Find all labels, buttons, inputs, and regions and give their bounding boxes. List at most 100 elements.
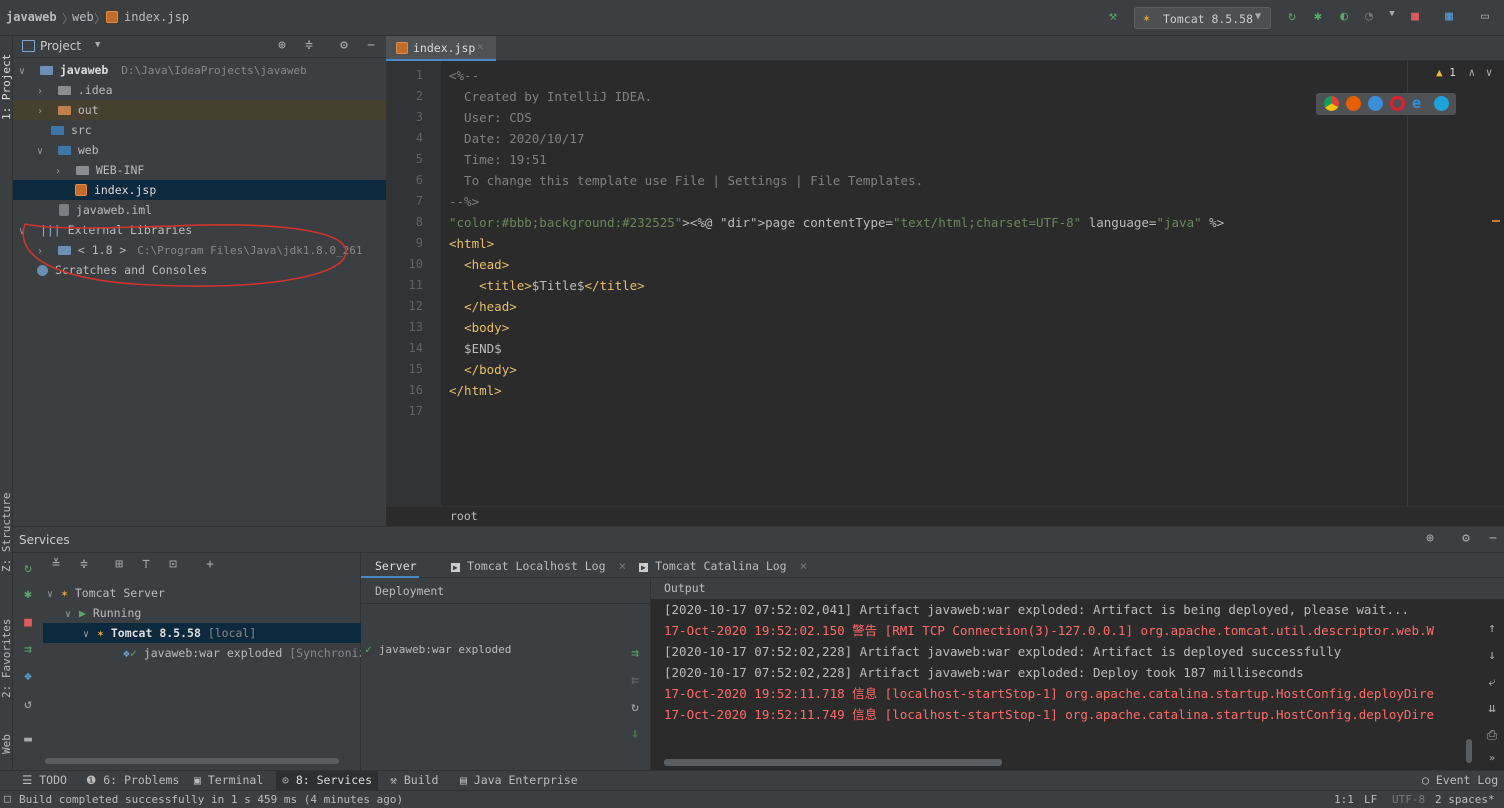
debug-icon[interactable]: ✱ [1309,9,1327,24]
safari-icon[interactable] [1368,96,1383,111]
collapse-all-icon[interactable]: ≑ [75,557,93,572]
soft-wrap-icon[interactable]: ⤶ [1483,675,1501,690]
deploy-all-icon[interactable]: ⇩ [626,727,644,742]
coverage-icon[interactable]: ◐ [1335,9,1353,24]
expand-all-icon[interactable]: ≚ [47,557,65,572]
build-hammer-icon[interactable]: ⚒ [1104,9,1122,24]
inspection-widget[interactable]: ▲ 1 ∧ ∨ [1436,66,1492,79]
arrow-down-icon[interactable]: ↓ [1483,648,1501,663]
locate-icon[interactable]: ⊕ [1421,531,1439,546]
favorites-tool-tab[interactable]: 2: Favorites [0,608,13,698]
refresh-icon[interactable]: ↺ [19,697,37,712]
tree-item-web[interactable]: ∨ web [37,140,99,160]
tree-item-out[interactable]: › out [13,100,386,120]
hide-icon[interactable]: − [362,38,380,53]
scroll-to-end-icon[interactable]: ⇊ [1483,701,1501,716]
locate-icon[interactable]: ⊕ [273,38,291,53]
tab-localhost-log[interactable]: ▶ Tomcat Localhost Log × [451,559,626,573]
chrome-icon[interactable] [1324,96,1339,111]
layout-icon[interactable]: ▬ [19,732,37,747]
close-icon[interactable]: × [619,559,626,573]
tool-tab-problems[interactable]: ❶ 6: Problems [86,773,179,787]
tree-item-index-jsp[interactable]: index.jsp [13,180,386,200]
group-icon[interactable]: ⊞ [110,557,128,572]
ie-icon[interactable]: e [1412,94,1421,112]
breadcrumb-file[interactable]: index.jsp [124,10,189,24]
tool-tab-services[interactable]: ⊙ 8: Services [276,771,379,790]
file-encoding[interactable]: UTF-8 [1392,793,1425,806]
undeploy-icon[interactable]: ⇇ [626,673,644,688]
filter-icon[interactable]: ⊤ [137,557,155,572]
collapse-all-icon[interactable]: ≑ [300,38,318,53]
deployment-item[interactable]: ✓ javaweb:war exploded [365,639,511,659]
services-tree-artifact[interactable]: ❖✓ javaweb:war exploded [Synchroniz [123,643,365,663]
gear-icon[interactable]: ⚙ [335,38,353,53]
rerun-icon[interactable]: ↻ [1283,9,1301,24]
chevron-down-icon[interactable]: ▼ [1383,9,1401,19]
close-icon[interactable]: × [477,40,484,53]
horizontal-scrollbar[interactable] [664,759,1002,766]
tab-catalina-log[interactable]: ▶ Tomcat Catalina Log × [639,559,807,573]
close-icon[interactable]: × [800,559,807,573]
tool-tab-event-log[interactable]: ◯ Event Log [1422,773,1498,787]
add-service-icon[interactable]: + [201,557,219,572]
tool-tab-label: Event Log [1435,773,1499,787]
stop-icon[interactable]: ■ [19,615,37,630]
code-area[interactable]: <%-- Created by IntelliJ IDEA. User: CDS… [441,61,1504,506]
presentation-icon[interactable]: ▭ [1476,9,1494,24]
horizontal-scrollbar[interactable] [45,758,339,764]
breadcrumb-project[interactable]: javaweb [6,10,57,24]
tree-item-javaweb[interactable]: ∨ javaweb D:\Java\IdeaProjects\javaweb [19,60,386,80]
breadcrumb-folder[interactable]: web [72,10,94,24]
print-icon[interactable]: ⎙ [1483,728,1501,743]
opera-icon[interactable] [1390,96,1405,111]
tree-item-idea[interactable]: › .idea [37,80,113,100]
tool-tab-todo[interactable]: ☰ TODO [22,773,67,787]
services-tree-pane: ≚ ≑ ⊞ ⊤ ⊡ + ∨ ✶ Tomcat Server ∨ ▶ Running … [13,553,365,771]
hide-icon[interactable]: − [1484,531,1502,546]
stop-icon[interactable]: ■ [1406,9,1424,24]
run-config-selector[interactable]: ✶ Tomcat 8.5.58 ▼ [1134,7,1271,29]
edge-icon[interactable] [1434,96,1449,111]
structure-tool-tab[interactable]: Z: Structure [0,492,13,572]
arrow-up-icon[interactable]: ↑ [1483,621,1501,636]
gear-icon[interactable]: ⚙ [1457,531,1475,546]
refresh-icon[interactable]: ↻ [626,700,644,715]
services-tree-tomcat-server[interactable]: ∨ ✶ Tomcat Server [47,583,165,603]
tool-tab-terminal[interactable]: ▣ Terminal [194,773,263,787]
new-tab-icon[interactable]: ⊡ [164,557,182,572]
vertical-scrollbar[interactable] [1466,739,1472,763]
line-separator[interactable]: LF [1364,793,1377,806]
caret-position[interactable]: 1:1 [1334,793,1354,806]
project-tool-tab[interactable]: 1: Project [0,40,13,120]
tree-item-label: Running [92,606,142,620]
status-message: Build completed successfully in 1 s 459 … [19,793,404,806]
indent-setting[interactable]: 2 spaces* [1435,793,1495,806]
services-tree-running[interactable]: ∨ ▶ Running [65,603,141,623]
project-structure-icon[interactable]: ▦ [1440,9,1458,24]
console-output[interactable]: [2020-10-17 07:52:02,041] Artifact javaw… [651,599,1479,771]
web-tool-tab[interactable]: Web [0,724,13,754]
chevron-down-icon[interactable]: ▼ [95,40,100,50]
tool-tab-build[interactable]: ⚒ Build [390,773,438,787]
output-header-row: Output [651,579,1504,599]
enterprise-icon: ▤ [460,773,474,787]
chevron-down-icon[interactable]: ∨ [1486,66,1493,79]
tree-item-src[interactable]: src [51,120,92,140]
more-icon[interactable]: » [1483,753,1501,764]
deploy-icon[interactable]: ⇉ [19,642,37,657]
tab-server[interactable]: Server [375,559,417,573]
profiler-icon[interactable]: ◔ [1360,9,1378,24]
deploy-icon[interactable]: ⇉ [626,646,644,661]
chevron-up-icon[interactable]: ∧ [1469,66,1476,79]
editor-breadcrumb-root[interactable]: root [450,509,478,523]
tool-tab-java-enterprise[interactable]: ▤ Java Enterprise [460,773,578,787]
editor-tab-index-jsp[interactable]: index.jsp × [386,36,496,61]
services-tree-tomcat-instance[interactable]: ∨ ✶ Tomcat 8.5.58 [local] [43,623,361,643]
artifact-icon[interactable]: ❖ [19,669,37,684]
debug-icon[interactable]: ✱ [19,587,37,602]
project-panel-title[interactable]: Project [40,39,81,53]
firefox-icon[interactable] [1346,96,1361,111]
rerun-icon[interactable]: ↻ [19,561,37,576]
tree-item-web-inf[interactable]: › WEB-INF [55,160,144,180]
